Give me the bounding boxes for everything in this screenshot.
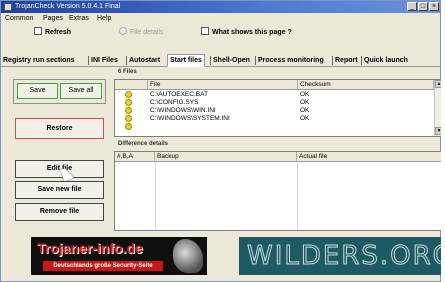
list-item[interactable]: C:\WINDOWS\SYSTEM.INI OK (115, 115, 434, 123)
save-new-file-button[interactable]: Save new file (15, 181, 104, 199)
app-window: TrojanCheck Version 5.0.4.1 Final _ □ × … (0, 0, 443, 282)
refresh-icon (34, 27, 42, 35)
refresh-button[interactable]: Refresh (34, 27, 71, 38)
tab-registry-run-sections[interactable]: Registry run sections (3, 55, 75, 66)
tab-process-monitoring[interactable]: Process monitoring (258, 55, 324, 66)
menu-help[interactable]: Help (97, 14, 111, 23)
what-shows-label: What shows this page ? (212, 29, 292, 36)
close-button[interactable]: × (429, 2, 439, 11)
tab-quick-launch[interactable]: Quick launch (364, 55, 408, 66)
file-path: C:\CONFIG.SYS (150, 99, 199, 106)
status-smiley-icon (125, 115, 132, 122)
diff-panel-title: Difference details (118, 141, 169, 147)
file-path: C:\WINDOWS\SYSTEM.INI (150, 115, 230, 122)
column-divider (155, 162, 156, 230)
column-divider (297, 162, 298, 230)
tab-separator (126, 56, 127, 65)
checksum-value: OK (300, 99, 310, 106)
checksum-value: OK (300, 107, 310, 114)
trojaner-banner-subtitle: Deutschlands große Security-Seite (43, 261, 163, 271)
status-smiley-icon (125, 107, 132, 114)
app-icon (4, 3, 12, 11)
trojaner-info-banner[interactable]: Trojaner-info.de Deutschlands große Secu… (31, 237, 207, 275)
list-item[interactable]: C:\AUTOEXEC.BAT OK (115, 91, 434, 99)
menu-extras[interactable]: Extras (69, 14, 89, 23)
diff-list-header: #,B,A Backup Actual file (115, 152, 442, 162)
help-icon (201, 27, 209, 35)
column-index[interactable]: #,B,A (115, 152, 155, 162)
file-details-icon (119, 27, 127, 35)
tab-separator (361, 56, 362, 65)
save-new-file-label: Save new file (37, 186, 82, 193)
tab-report[interactable]: Report (335, 55, 358, 66)
save-label: Save (29, 87, 46, 94)
files-list[interactable]: File Checksum C:\AUTOEXEC.BAT OK C:\CONF… (114, 79, 443, 137)
checksum-value: OK (300, 115, 310, 122)
page-margin (441, 0, 445, 282)
file-path: C:\AUTOEXEC.BAT (150, 91, 208, 98)
files-list-header: File Checksum (115, 80, 434, 90)
tab-shell-open[interactable]: Shell-Open (213, 55, 250, 66)
diff-list[interactable]: #,B,A Backup Actual file (114, 151, 443, 231)
tab-separator (210, 56, 211, 65)
trojan-horse-icon (173, 239, 203, 273)
tab-separator (255, 56, 256, 65)
column-backup[interactable]: Backup (155, 152, 297, 162)
minimize-button[interactable]: _ (407, 2, 417, 11)
file-details-button[interactable]: File details (119, 27, 163, 38)
menu-common[interactable]: Common (5, 14, 33, 23)
tab-separator (332, 56, 333, 65)
status-smiley-icon (125, 91, 132, 98)
tab-start-files[interactable]: Start files (167, 54, 205, 67)
menu-pages[interactable]: Pages (43, 14, 63, 23)
restore-button[interactable]: Restore (15, 118, 104, 139)
file-path: C:\WINDOWS\WIN.INI (150, 107, 216, 114)
save-button[interactable]: Save (17, 83, 58, 99)
column-icon[interactable] (115, 80, 148, 90)
status-smiley-icon (125, 99, 132, 106)
list-item[interactable]: C:\WINDOWS\WIN.INI OK (115, 107, 434, 115)
wilders-banner-title: WILDERS.ORG (247, 241, 441, 272)
remove-file-label: Remove file (39, 208, 80, 215)
refresh-label: Refresh (45, 29, 72, 36)
title-bar[interactable]: TrojanCheck Version 5.0.4.1 Final _ □ × (1, 1, 440, 13)
maximize-button[interactable]: □ (418, 2, 428, 11)
column-actual-file[interactable]: Actual file (297, 152, 442, 162)
list-item[interactable]: C:\CONFIG.SYS OK (115, 99, 434, 107)
file-details-label: File details (130, 29, 164, 36)
menu-bar: Common Pages Extras Help (1, 13, 440, 24)
wilders-banner[interactable]: WILDERS.ORG (239, 237, 441, 275)
column-file[interactable]: File (148, 80, 298, 90)
trojaner-banner-title: Trojaner-info.de (37, 240, 143, 256)
tab-strip: Registry run sections INI Files Autostar… (1, 54, 440, 67)
list-item-partial[interactable] (115, 123, 434, 131)
checksum-value: OK (300, 91, 310, 98)
what-shows-button[interactable]: What shows this page ? (201, 27, 292, 38)
remove-file-button[interactable]: Remove file (15, 203, 104, 221)
save-all-button[interactable]: Save all (60, 83, 102, 99)
column-checksum[interactable]: Checksum (298, 80, 434, 90)
restore-label: Restore (46, 125, 73, 132)
tab-autostart[interactable]: Autostart (129, 55, 160, 66)
save-all-label: Save all (68, 87, 94, 94)
window-title: TrojanCheck Version 5.0.4.1 Final (15, 3, 121, 10)
tab-ini-files[interactable]: INI Files (91, 55, 118, 66)
tab-separator (88, 56, 89, 65)
files-panel-title: 6 Files (118, 69, 137, 75)
status-smiley-icon (125, 123, 132, 130)
